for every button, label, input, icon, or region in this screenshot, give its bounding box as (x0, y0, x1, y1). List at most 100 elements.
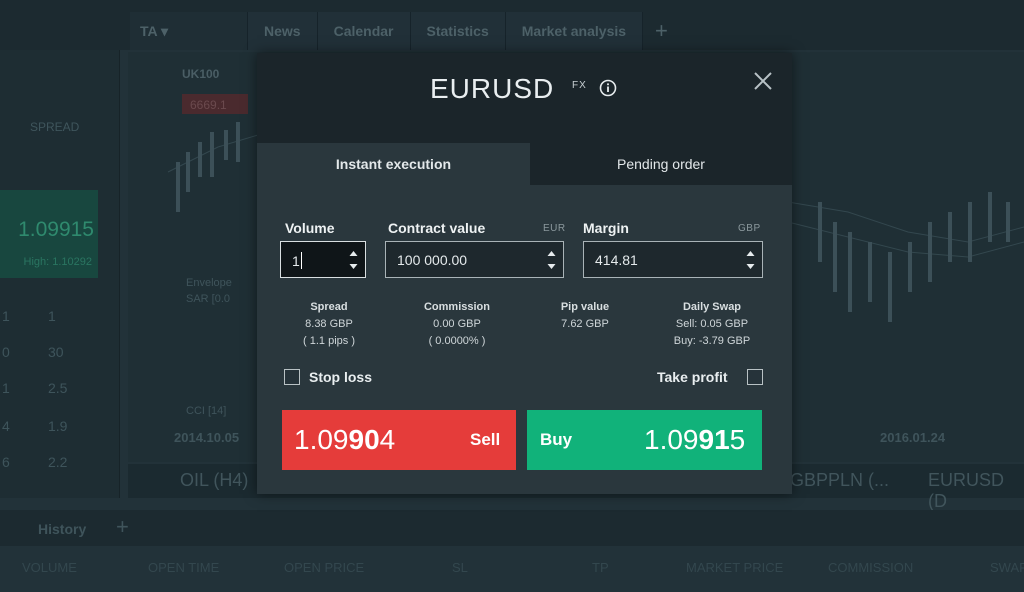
dialog-header: EURUSD FX (257, 53, 792, 143)
chart-price-tag: 6669.1 (190, 98, 227, 112)
date-label: 2014.10.05 (174, 430, 239, 445)
tab-calendar[interactable]: Calendar (317, 12, 411, 50)
volume-label: Volume (285, 220, 335, 236)
chart-symbol: UK100 (182, 67, 220, 81)
volume-input[interactable]: 1 (280, 241, 366, 278)
cell: 1 (2, 380, 10, 396)
market-watch-panel: SPREAD 1.09915 High: 1.10292 1 1 0 30 1 2.5… (0, 50, 120, 498)
close-icon[interactable] (752, 70, 774, 92)
price-pips: 91 (698, 424, 730, 455)
daily-swap-info: Daily Swap Sell: 0.05 GBP Buy: -3.79 GBP (657, 299, 767, 350)
column-header[interactable]: VOLUME (22, 560, 77, 575)
history-bar: History + (0, 510, 1024, 546)
add-tab-button[interactable]: + (643, 12, 680, 50)
tab-history[interactable]: History (38, 521, 86, 537)
contract-value: 100 000.00 (397, 252, 468, 268)
symbol-type: FX (572, 80, 587, 91)
contract-spinner-icon[interactable] (547, 249, 556, 271)
take-profit-label[interactable]: Take profit (657, 369, 728, 385)
top-bar: TA ▾ News Calendar Statistics Market ana… (0, 0, 1024, 50)
tab-pending-order[interactable]: Pending order (530, 143, 792, 185)
margin-label: Margin (583, 220, 629, 236)
cell: 30 (48, 344, 64, 360)
column-header[interactable]: SL (452, 560, 468, 575)
indicator-label: CCI [14] (186, 405, 226, 417)
pip-value: 7.62 GBP (561, 318, 609, 330)
daily-swap-label: Daily Swap (682, 301, 742, 313)
buy-button[interactable]: Buy 1.09915 (527, 410, 762, 470)
stop-loss-label[interactable]: Stop loss (309, 369, 372, 385)
indicator-label: SAR [0.0 (186, 293, 230, 305)
cell: 6 (2, 454, 10, 470)
margin-value: 414.81 (595, 252, 638, 268)
instrument-high: High: 1.10292 (23, 256, 93, 268)
table-header: VOLUME OPEN TIME OPEN PRICE SL TP MARKET… (0, 552, 1024, 592)
commission-info: Commission 0.00 GBP ( 0.0000% ) (407, 299, 507, 350)
instrument-price: 1.09915 (18, 218, 94, 241)
price-fraction: 4 (379, 424, 396, 455)
price-prefix: 1.09 (294, 424, 349, 455)
column-header[interactable]: MARKET PRICE (686, 560, 783, 575)
date-label: 2016.01.24 (880, 430, 946, 445)
chart-tab-eurusd[interactable]: EURUSD (D (928, 470, 1024, 512)
column-header[interactable]: OPEN TIME (148, 560, 219, 575)
margin-input[interactable]: 414.81 (583, 241, 763, 278)
cell: 1.9 (48, 418, 68, 434)
tab-news[interactable]: News (248, 12, 318, 50)
indicator-label: Envelope (186, 277, 232, 289)
column-header[interactable]: OPEN PRICE (284, 560, 364, 575)
chart-tab-gbppln[interactable]: GBPPLN (... (790, 470, 889, 491)
margin-spinner-icon[interactable] (746, 249, 755, 271)
commission-value: 0.00 GBP (433, 318, 481, 330)
order-type-tabs: Instant execution Pending order (257, 143, 792, 185)
buy-price: 1.09915 (644, 424, 745, 456)
info-icon[interactable] (599, 79, 617, 97)
spread-value: 8.38 GBP (305, 318, 353, 330)
instrument-price-box[interactable]: 1.09915 High: 1.10292 (0, 190, 98, 278)
tab-ta[interactable]: TA ▾ (130, 12, 248, 50)
contract-currency: EUR (543, 223, 566, 234)
column-header[interactable]: SWAP (990, 560, 1024, 575)
cell: 2.2 (48, 454, 68, 470)
price-pips: 90 (348, 424, 380, 455)
workspace-tabs: TA ▾ News Calendar Statistics Market ana… (130, 12, 680, 50)
add-panel-button[interactable]: + (116, 514, 129, 540)
swap-sell: Sell: 0.05 GBP (675, 318, 749, 330)
symbol-title: EURUSD (430, 73, 555, 104)
contract-value-input[interactable]: 100 000.00 (385, 241, 564, 278)
spread-header: SPREAD (30, 120, 80, 134)
stop-loss-checkbox[interactable] (284, 369, 300, 385)
price-prefix: 1.09 (644, 424, 699, 455)
pip-value-label: Pip value (560, 301, 610, 313)
spread-info: Spread 8.38 GBP ( 1.1 pips ) (287, 299, 371, 350)
column-header[interactable]: COMMISSION (828, 560, 913, 575)
sell-label: Sell (470, 430, 501, 449)
contract-value-label: Contract value (388, 220, 486, 236)
margin-currency: GBP (738, 223, 761, 234)
volume-spinner-icon[interactable] (349, 249, 358, 271)
column-header[interactable]: TP (592, 560, 609, 575)
swap-buy: Buy: -3.79 GBP (673, 335, 751, 347)
tab-market-analysis[interactable]: Market analysis (505, 12, 644, 50)
sell-price: 1.09904 (294, 424, 395, 456)
commission-label: Commission (423, 301, 490, 313)
price-fraction: 5 (729, 424, 746, 455)
spread-label: Spread (310, 301, 348, 313)
spread-pips: ( 1.1 pips ) (303, 335, 355, 347)
volume-text: 1 (292, 253, 300, 269)
cell: 4 (2, 418, 10, 434)
commission-percent: ( 0.0000% ) (428, 335, 486, 347)
tab-statistics[interactable]: Statistics (410, 12, 506, 50)
pip-value-info: Pip value 7.62 GBP (541, 299, 629, 333)
tab-instant-execution[interactable]: Instant execution (257, 143, 530, 185)
chart-tab-oil[interactable]: OIL (H4) (180, 470, 248, 491)
cell: 2.5 (48, 380, 68, 396)
order-dialog: EURUSD FX Instant execution Pending orde… (257, 53, 792, 494)
cell: 1 (2, 308, 10, 324)
take-profit-checkbox[interactable] (747, 369, 763, 385)
cell: 1 (48, 308, 56, 324)
text-caret (300, 252, 302, 269)
cell: 0 (2, 344, 10, 360)
sell-button[interactable]: 1.09904 Sell (282, 410, 516, 470)
volume-value: 1 (292, 252, 302, 269)
